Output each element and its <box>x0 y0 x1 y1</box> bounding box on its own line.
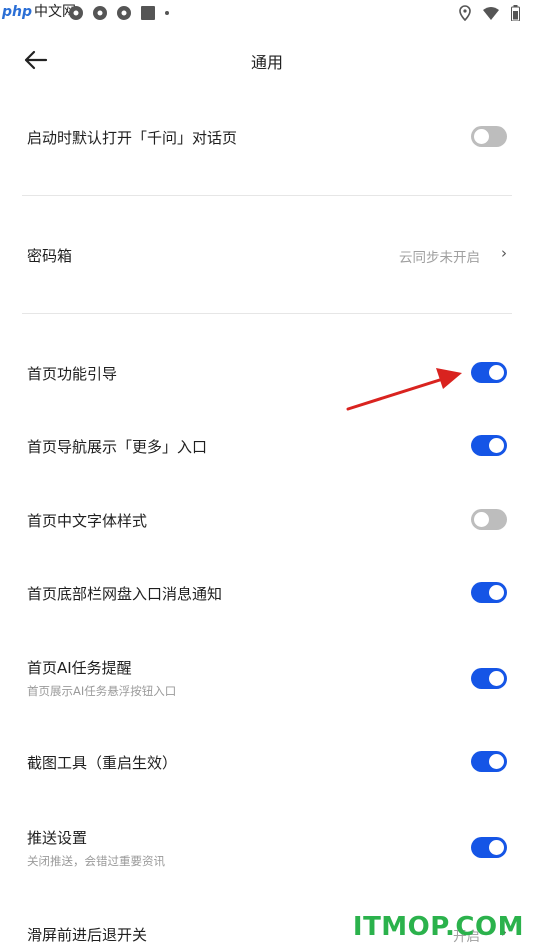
toggle-knob <box>489 365 504 380</box>
toggle-switch[interactable] <box>471 435 507 456</box>
system-icons <box>459 5 520 21</box>
setting-netdisk-notify[interactable]: 首页底部栏网盘入口消息通知 <box>0 574 534 614</box>
divider <box>22 195 512 196</box>
setting-description: 首页展示AI任务悬浮按钮入口 <box>27 684 177 698</box>
pinwheel-icon <box>93 6 107 20</box>
toggle-knob <box>489 754 504 769</box>
notification-icons <box>68 5 170 21</box>
toggle-knob <box>474 129 489 144</box>
toggle-knob <box>489 840 504 855</box>
setting-label: 启动时默认打开「千问」对话页 <box>27 129 238 147</box>
battery-icon <box>511 5 520 21</box>
location-icon <box>459 5 471 21</box>
watermark-logo: ITMOP.COM <box>352 912 524 942</box>
setting-label: 滑屏前进后退开关 <box>27 926 148 944</box>
toggle-switch[interactable] <box>471 668 507 689</box>
setting-home-guide[interactable]: 首页功能引导 <box>0 354 534 394</box>
setting-default-open-chat[interactable]: 启动时默认打开「千问」对话页 <box>0 118 534 158</box>
square-app-icon <box>141 6 155 20</box>
toggle-switch[interactable] <box>471 509 507 530</box>
setting-label: 首页导航展示「更多」入口 <box>27 438 208 456</box>
setting-password-box[interactable]: 密码箱 云同步未开启 › <box>0 236 534 276</box>
pinwheel-icon <box>69 6 83 20</box>
logo-text: php <box>2 4 33 20</box>
setting-label: 首页功能引导 <box>27 365 118 383</box>
setting-home-more-entry[interactable]: 首页导航展示「更多」入口 <box>0 427 534 467</box>
toggle-knob <box>474 512 489 527</box>
toggle-knob <box>489 671 504 686</box>
wifi-icon <box>483 7 499 20</box>
setting-label: 密码箱 <box>27 247 73 265</box>
status-bar: php 中文网 <box>0 0 534 26</box>
toggle-switch[interactable] <box>471 751 507 772</box>
toggle-switch[interactable] <box>471 126 507 147</box>
setting-home-font-style[interactable]: 首页中文字体样式 <box>0 501 534 541</box>
setting-label: 首页AI任务提醒 <box>27 659 132 677</box>
setting-push[interactable]: 推送设置 关闭推送，会错过重要资讯 <box>0 822 534 874</box>
setting-value: 云同步未开启 <box>399 250 480 266</box>
toggle-switch[interactable] <box>471 837 507 858</box>
setting-label: 首页底部栏网盘入口消息通知 <box>27 585 223 603</box>
site-logo: php 中文网 <box>2 1 76 21</box>
toggle-switch[interactable] <box>471 582 507 603</box>
pinwheel-icon <box>117 6 131 20</box>
setting-label: 首页中文字体样式 <box>27 512 148 530</box>
page-title: 通用 <box>250 53 283 72</box>
setting-description: 关闭推送，会错过重要资讯 <box>27 854 165 868</box>
setting-label: 推送设置 <box>27 829 88 847</box>
toggle-switch[interactable] <box>471 362 507 383</box>
setting-screenshot-tool[interactable]: 截图工具（重启生效） <box>0 743 534 783</box>
divider <box>22 313 512 314</box>
dot-icon <box>165 11 169 15</box>
setting-label: 截图工具（重启生效） <box>27 754 178 772</box>
top-bar: 通用 <box>0 34 534 86</box>
toggle-knob <box>489 585 504 600</box>
chevron-right-icon: › <box>501 244 507 262</box>
toggle-knob <box>489 438 504 453</box>
setting-ai-task-reminder[interactable]: 首页AI任务提醒 首页展示AI任务悬浮按钮入口 <box>0 652 534 704</box>
